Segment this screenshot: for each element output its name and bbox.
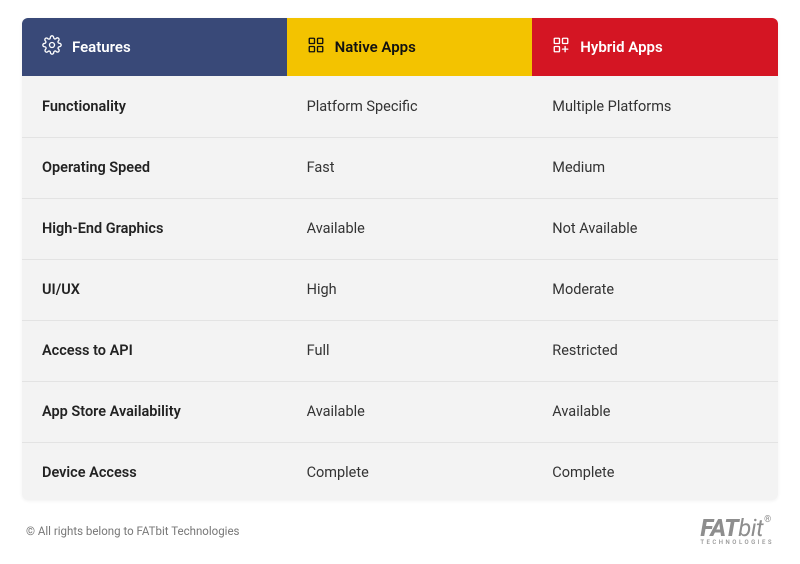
hybrid-value: Complete	[532, 442, 778, 500]
hybrid-value: Restricted	[532, 320, 778, 381]
native-value: Complete	[287, 442, 533, 500]
comparison-table-container: Features Native Apps	[22, 18, 778, 500]
hybrid-value: Multiple Platforms	[532, 76, 778, 137]
fatbit-logo: FATbit® TECHNOLOGIES	[700, 516, 774, 546]
hybrid-value: Available	[532, 381, 778, 442]
features-icon	[42, 35, 62, 59]
table-row: Access to API Full Restricted	[22, 320, 778, 381]
table-row: Functionality Platform Specific Multiple…	[22, 76, 778, 137]
feature-name: Access to API	[22, 320, 287, 381]
header-native-label: Native Apps	[335, 38, 416, 56]
copyright-text: © All rights belong to FATbit Technologi…	[26, 524, 240, 538]
logo-text: FATbit®	[700, 514, 770, 542]
native-value: Available	[287, 198, 533, 259]
native-value: Full	[287, 320, 533, 381]
native-value: High	[287, 259, 533, 320]
comparison-table: Features Native Apps	[22, 18, 778, 500]
logo-sub: bit	[738, 514, 763, 542]
feature-name: Functionality	[22, 76, 287, 137]
feature-name: Device Access	[22, 442, 287, 500]
grid-add-icon	[552, 36, 570, 58]
header-features-label: Features	[72, 38, 131, 56]
native-value: Available	[287, 381, 533, 442]
feature-name: UI/UX	[22, 259, 287, 320]
table-body: Functionality Platform Specific Multiple…	[22, 76, 778, 500]
feature-name: App Store Availability	[22, 381, 287, 442]
table-row: UI/UX High Moderate	[22, 259, 778, 320]
logo-main: FAT	[700, 514, 738, 542]
native-value: Platform Specific	[287, 76, 533, 137]
hybrid-value: Not Available	[532, 198, 778, 259]
hybrid-value: Medium	[532, 137, 778, 198]
header-hybrid-label: Hybrid Apps	[580, 38, 662, 56]
table-row: Device Access Complete Complete	[22, 442, 778, 500]
feature-name: High-End Graphics	[22, 198, 287, 259]
header-hybrid: Hybrid Apps	[532, 18, 778, 76]
table-row: App Store Availability Available Availab…	[22, 381, 778, 442]
header-features: Features	[22, 18, 287, 76]
footer: © All rights belong to FATbit Technologi…	[22, 500, 778, 552]
grid-icon	[307, 36, 325, 58]
hybrid-value: Moderate	[532, 259, 778, 320]
feature-name: Operating Speed	[22, 137, 287, 198]
logo-reg: ®	[764, 515, 771, 525]
table-row: Operating Speed Fast Medium	[22, 137, 778, 198]
native-value: Fast	[287, 137, 533, 198]
header-native: Native Apps	[287, 18, 533, 76]
table-row: High-End Graphics Available Not Availabl…	[22, 198, 778, 259]
